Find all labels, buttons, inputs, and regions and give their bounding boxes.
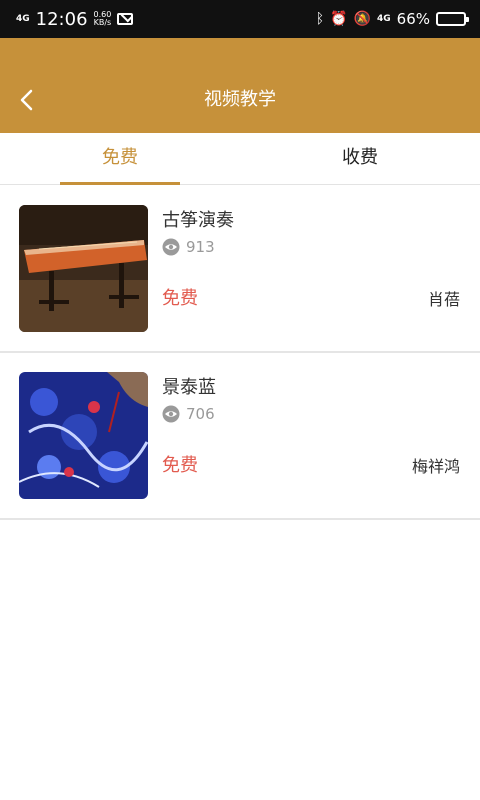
teacher-name: 肖蓓 (427, 290, 460, 309)
list-item[interactable]: 景泰蓝 706 免费 梅祥鸿 (0, 353, 480, 520)
signal-indicator: 4G (377, 13, 391, 24)
eye-icon (162, 405, 180, 423)
battery-icon (436, 12, 469, 26)
network-indicator: 4G (16, 13, 30, 24)
network-speed: 0.60 KB/s (94, 11, 112, 27)
list-item[interactable]: 古筝演奏 913 免费 肖蓓 (0, 186, 480, 353)
status-left: 4G 12:06 0.60 KB/s (16, 8, 134, 30)
video-title: 古筝演奏 (162, 210, 234, 231)
teacher-name: 梅祥鸿 (411, 457, 460, 476)
network-speed-unit: KB/s (93, 18, 112, 27)
view-count-value: 706 (186, 405, 215, 423)
active-tab-indicator (60, 182, 180, 185)
video-thumbnail (19, 372, 148, 499)
price-label: 免费 (162, 455, 198, 476)
message-icon (117, 13, 134, 25)
status-right: ᛒ ⏰ 🔕 4G 66% (315, 10, 469, 28)
mute-icon: 🔕 (353, 11, 371, 27)
view-count: 913 (162, 238, 215, 256)
video-thumbnail (19, 205, 148, 332)
app-header: 视频教学 (0, 38, 480, 133)
video-title: 景泰蓝 (162, 377, 216, 398)
status-time: 12:06 (35, 8, 88, 30)
eye-icon (162, 238, 180, 256)
tab-free-label: 免费 (102, 147, 138, 168)
status-bar: 4G 12:06 0.60 KB/s ᛒ ⏰ 🔕 4G 66% (0, 0, 480, 38)
video-list: 古筝演奏 913 免费 肖蓓 景泰蓝 706 免费 梅祥鸿 (0, 186, 480, 520)
view-count: 706 (162, 405, 215, 423)
view-count-value: 913 (186, 238, 215, 256)
tab-paid-label: 收费 (342, 147, 378, 168)
tab-paid[interactable]: 收费 (240, 133, 480, 184)
price-label: 免费 (162, 288, 198, 309)
page-title: 视频教学 (204, 89, 276, 110)
tab-free[interactable]: 免费 (0, 133, 240, 185)
alarm-icon: ⏰ (330, 11, 348, 27)
bluetooth-icon: ᛒ (315, 11, 325, 27)
tab-bar: 免费 收费 (0, 133, 480, 185)
battery-percent: 66% (396, 10, 430, 28)
